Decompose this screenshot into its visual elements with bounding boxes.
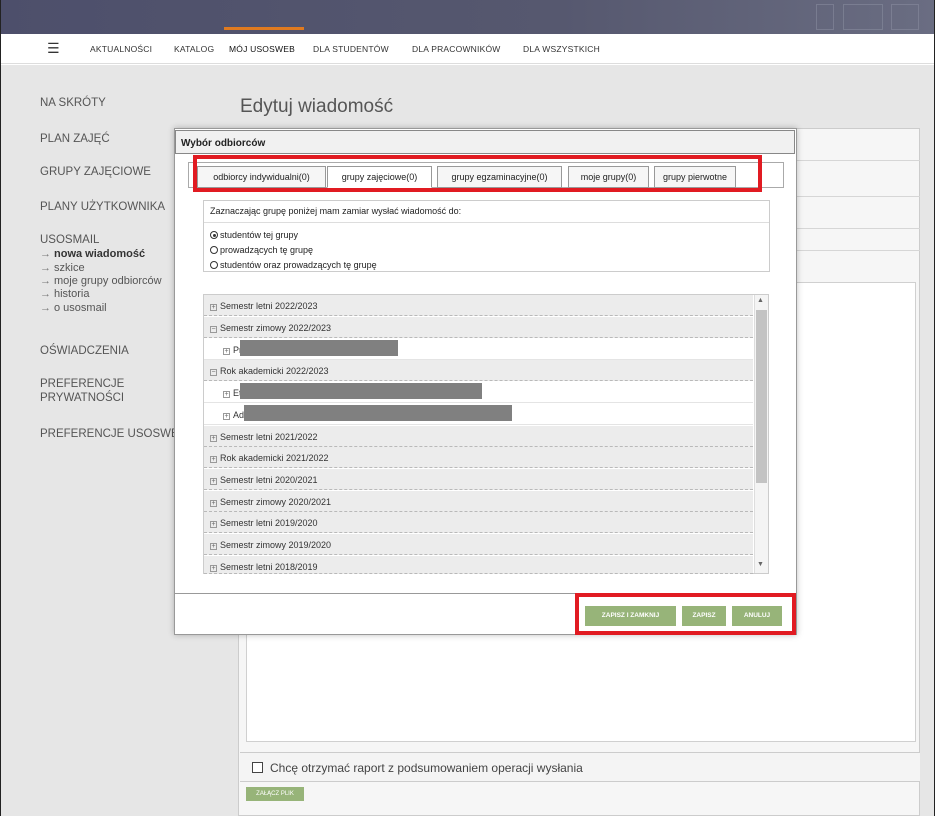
expand-icon: +: [223, 391, 230, 398]
banner-decoration: [891, 4, 919, 30]
sidebar-item-preferencje-usosweb[interactable]: PREFERENCJE USOSWEB: [40, 428, 186, 440]
buttons-highlight-box: [575, 593, 796, 635]
sidebar-item-preferencje-prywatnosci-line2[interactable]: PRYWATNOŚCI: [40, 392, 124, 404]
sidebar-subitem-szkice[interactable]: → szkice: [40, 262, 85, 274]
sidebar-item-usosmail[interactable]: USOSMAIL: [40, 234, 99, 246]
expand-icon: +: [210, 435, 217, 442]
banner-decoration: [843, 4, 883, 30]
nav-dla-wszystkich[interactable]: DLA WSZYSTKICH: [523, 44, 600, 54]
tree-node-semestr-zimowy-2022-2023[interactable]: − Semestr zimowy 2022/2023: [204, 317, 753, 338]
expand-icon: +: [210, 521, 217, 528]
expand-icon: +: [210, 500, 217, 507]
collapse-icon: −: [210, 369, 217, 376]
radio-studentow[interactable]: studentów tej grupy: [210, 230, 298, 240]
arrow-right-icon: →: [40, 262, 51, 274]
redacted-block: [240, 340, 398, 356]
tree-node-semestr-zimowy-2019-2020[interactable]: + Semestr zimowy 2019/2020: [204, 534, 753, 555]
expand-icon: +: [210, 456, 217, 463]
sidebar-subitem-label: historia: [54, 288, 90, 300]
tree-node-semestr-letni-2021-2022[interactable]: + Semestr letni 2021/2022: [204, 426, 753, 447]
nav-active-underline: [224, 27, 304, 30]
sidebar-item-grupy-zajeciowe[interactable]: GRUPY ZAJĘCIOWE: [40, 166, 151, 178]
radio-icon: [210, 261, 218, 269]
sidebar-subitem-moje-grupy[interactable]: → moje grupy odbiorców: [40, 275, 162, 287]
radio-label: studentów oraz prowadzących tę grupę: [220, 260, 377, 270]
sidebar-item-preferencje-prywatnosci[interactable]: PREFERENCJE: [40, 378, 124, 390]
sidebar-item-plany-uzytkownika[interactable]: PLANY UŻYTKOWNIKA: [40, 201, 165, 213]
sidebar-subitem-o-usosmail[interactable]: → o usosmail: [40, 302, 107, 314]
attach-file-button[interactable]: ZAŁĄCZ PLIK: [246, 787, 304, 801]
expand-icon: +: [223, 348, 230, 355]
tree-node-label: Semestr letni 2019/2020: [220, 518, 318, 528]
menu-icon[interactable]: ☰: [47, 41, 61, 55]
sidebar-subitem-label: moje grupy odbiorców: [54, 275, 162, 287]
tree-node-semestr-letni-2020-2021[interactable]: + Semestr letni 2020/2021: [204, 469, 753, 490]
recipient-options-header: Zaznaczając grupę poniżej mam zamiar wys…: [210, 206, 462, 216]
nav-dla-pracownikow[interactable]: DLA PRACOWNIKÓW: [412, 44, 500, 54]
sidebar-item-na-skroty[interactable]: NA SKRÓTY: [40, 97, 106, 109]
radio-prowadzacych[interactable]: prowadzących tę grupę: [210, 245, 313, 255]
tree-node-label: Rok akademicki 2021/2022: [220, 453, 329, 463]
radio-selected-icon: [210, 231, 218, 239]
options-divider: [204, 222, 769, 223]
nav-moj-usosweb[interactable]: MÓJ USOSWEB: [229, 44, 295, 54]
arrow-right-icon: →: [40, 275, 51, 287]
tree-node-label: Semestr zimowy 2019/2020: [220, 540, 332, 550]
tree-node-label: Rok akademicki 2022/2023: [220, 366, 329, 376]
radio-icon: [210, 246, 218, 254]
sidebar-item-oswiadczenia[interactable]: OŚWIADCZENIA: [40, 345, 129, 357]
tree-node-label: Semestr zimowy 2020/2021: [220, 497, 332, 507]
radio-label: prowadzących tę grupę: [220, 245, 314, 255]
tree-node-label: Ad: [233, 410, 245, 420]
tree-node-semestr-letni-2018-2019[interactable]: + Semestr letni 2018/2019: [204, 556, 753, 574]
scroll-down-icon[interactable]: ▼: [757, 561, 764, 568]
expand-icon: +: [223, 413, 230, 420]
nav-katalog[interactable]: KATALOG: [174, 44, 214, 54]
tree-node-semestr-letni-2022-2023[interactable]: + Semestr letni 2022/2023: [204, 295, 753, 316]
nav-dla-studentow[interactable]: DLA STUDENTÓW: [313, 44, 389, 54]
redacted-block: [240, 383, 482, 399]
page-title: Edytuj wiadomość: [240, 96, 394, 117]
tree-node-label: Semestr letni 2018/2019: [220, 562, 318, 572]
sidebar-subitem-historia[interactable]: → historia: [40, 288, 89, 300]
arrow-right-icon: →: [40, 302, 51, 314]
sidebar-subitem-label: szkice: [54, 262, 85, 274]
arrow-right-icon: →: [40, 288, 51, 300]
top-navbar: ☰ AKTUALNOŚCI KATALOG MÓJ USOSWEB DLA ST…: [1, 34, 934, 64]
expand-icon: +: [210, 304, 217, 311]
expand-icon: +: [210, 565, 217, 572]
radio-studentow-i-prowadzacych[interactable]: studentów oraz prowadzących tę grupę: [210, 260, 377, 270]
report-checkbox[interactable]: [252, 762, 263, 773]
expand-icon: +: [210, 543, 217, 550]
dialog-title: Wybór odbiorców: [175, 130, 795, 154]
collapse-icon: −: [210, 326, 217, 333]
banner-decoration: [816, 4, 834, 30]
tree-node-semestr-zimowy-2020-2021[interactable]: + Semestr zimowy 2020/2021: [204, 491, 753, 512]
expand-icon: +: [210, 478, 217, 485]
radio-label: studentów tej grupy: [220, 230, 299, 240]
tree-node-label: Semestr letni 2021/2022: [220, 432, 318, 442]
report-checkbox-label: Chcę otrzymać raport z podsumowaniem ope…: [270, 761, 583, 775]
sidebar-subitem-nowa-wiadomosc[interactable]: → nowa wiadomość: [40, 248, 145, 260]
tree-node-label: Semestr letni 2020/2021: [220, 475, 318, 485]
sidebar-subitem-label: nowa wiadomość: [54, 248, 146, 260]
tree-node-label: Semestr letni 2022/2023: [220, 301, 318, 311]
sidebar-item-plan-zajec[interactable]: PLAN ZAJĘĆ: [40, 133, 110, 145]
header-banner: [1, 0, 934, 34]
scroll-up-icon[interactable]: ▲: [757, 297, 764, 304]
arrow-right-icon: →: [40, 248, 51, 260]
tree-node-label: Semestr zimowy 2022/2023: [220, 323, 332, 333]
tree-node-semestr-letni-2019-2020[interactable]: + Semestr letni 2019/2020: [204, 512, 753, 533]
nav-aktualnosci[interactable]: AKTUALNOŚCI: [90, 44, 152, 54]
redacted-block: [244, 405, 512, 421]
tree-node-rok-2022-2023[interactable]: − Rok akademicki 2022/2023: [204, 360, 753, 381]
sidebar-subitem-label: o usosmail: [54, 302, 107, 314]
tabs-highlight-box: [193, 155, 762, 192]
scrollbar-thumb[interactable]: [756, 310, 767, 483]
tree-node-rok-2021-2022[interactable]: + Rok akademicki 2021/2022: [204, 447, 753, 468]
